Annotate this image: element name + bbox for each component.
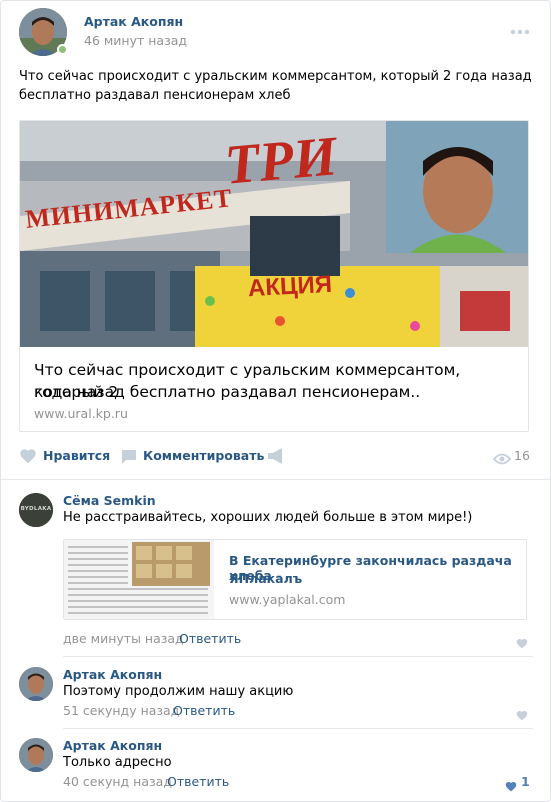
snippet-title-line2[interactable]: года назад бесплатно раздавал пенсионера…	[34, 381, 420, 403]
heart-icon[interactable]	[19, 448, 37, 464]
comment-avatar[interactable]: BYDLAKA	[19, 493, 53, 527]
comment-like-heart-icon[interactable]	[505, 777, 517, 792]
attachment-title-line2[interactable]: ЯПлакалъ	[229, 571, 302, 586]
attachment-thumbnail[interactable]	[64, 540, 214, 619]
share-icon[interactable]	[267, 448, 287, 464]
comment-text: Не расстраивайтесь, хороших людей больше…	[63, 510, 473, 525]
like-button[interactable]: Нравится	[43, 448, 110, 463]
comment-attachment[interactable]: В Екатеринбурге закончилась раздача хлеб…	[63, 539, 527, 620]
more-options-icon[interactable]	[510, 20, 530, 35]
comment-like-count: 1	[521, 774, 530, 789]
comment-text: Только адресно	[63, 755, 172, 770]
comment-author[interactable]: Артак Акопян	[63, 667, 162, 682]
comment-like-heart-icon[interactable]	[516, 706, 528, 721]
divider	[63, 656, 533, 657]
comment-author[interactable]: Сёма Semkin	[63, 493, 156, 508]
comment-avatar[interactable]	[19, 667, 53, 701]
post-time[interactable]: 46 минут назад	[84, 33, 187, 48]
reply-button[interactable]: Ответить	[173, 703, 235, 718]
comment-avatar[interactable]	[19, 738, 53, 772]
post-text-line2: бесплатно раздавал пенсионерам хлеб	[19, 88, 291, 103]
snippet-image[interactable]: МИНИМАРКЕТ ТРИ АКЦИЯ	[20, 121, 528, 347]
avatar-label: BYDLAKA	[20, 506, 52, 512]
reply-button[interactable]: Ответить	[179, 631, 241, 646]
eye-icon	[492, 450, 512, 465]
post-author[interactable]: Артак Акопян	[84, 14, 183, 29]
comment-time[interactable]: две минуты назад	[63, 631, 184, 646]
promo-text: АКЦИЯ	[247, 270, 333, 303]
reply-button[interactable]: Ответить	[167, 774, 229, 789]
attachment-domain[interactable]: www.yaplakal.com	[229, 592, 345, 607]
link-snippet[interactable]: МИНИМАРКЕТ ТРИ АКЦИЯ Что сейчас происход…	[19, 120, 529, 432]
post-card: Артак Акопян 46 минут назад Что сейчас п…	[0, 0, 551, 802]
comment-text: Поэтому продолжим нашу акцию	[63, 684, 294, 699]
comment-like-heart-icon[interactable]	[516, 634, 528, 649]
store-logo-text: ТРИ	[222, 125, 340, 197]
comment-time[interactable]: 40 секунд назад	[63, 774, 172, 789]
comment-icon[interactable]	[121, 449, 137, 465]
divider	[1, 479, 551, 480]
divider	[63, 728, 533, 729]
comment-author[interactable]: Артак Акопян	[63, 738, 162, 753]
snippet-domain[interactable]: www.ural.kp.ru	[34, 406, 128, 421]
views-count: 16	[514, 448, 530, 463]
post-text-line1: Что сейчас происходит с уральским коммер…	[19, 69, 532, 84]
comment-button[interactable]: Комментировать	[143, 448, 264, 463]
online-indicator	[57, 44, 68, 55]
comment-time[interactable]: 51 секунду назад	[63, 703, 179, 718]
